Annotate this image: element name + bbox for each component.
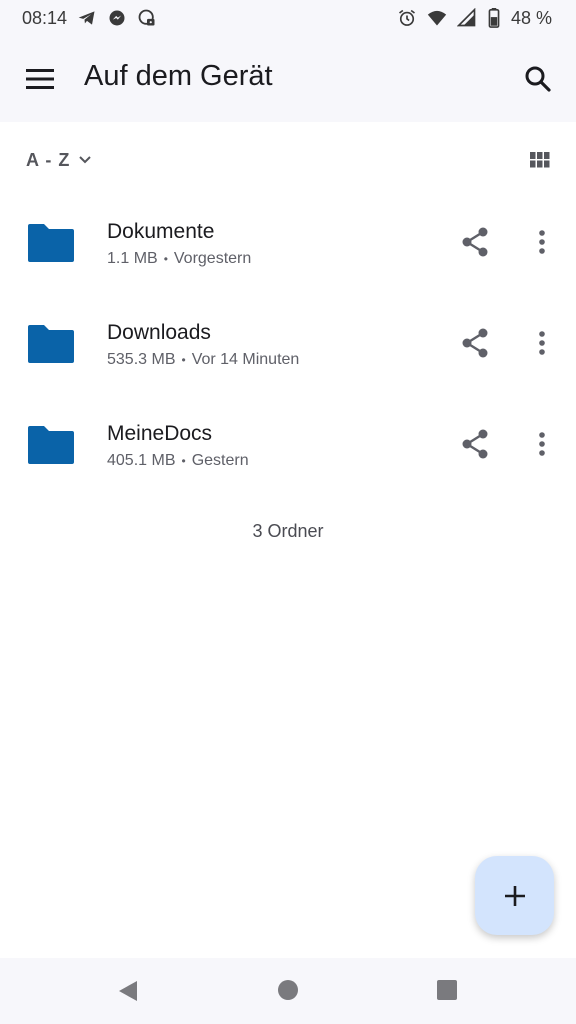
folder-size: 1.1 MB (107, 250, 158, 267)
share-icon (462, 227, 488, 257)
grid-view-icon (530, 152, 550, 168)
chevron-down-icon (79, 156, 92, 164)
page-title: Auf dem Gerät (84, 60, 273, 92)
meta-separator: • (181, 454, 186, 468)
battery-percent: 48 % (510, 7, 552, 28)
status-bar-left: 08:14 (22, 8, 157, 29)
share-button[interactable] (455, 424, 495, 464)
share-button[interactable] (455, 323, 495, 363)
sort-row: A - Z (0, 140, 576, 180)
grid-view-button[interactable] (528, 148, 552, 172)
folder-name: Downloads (107, 321, 211, 344)
folder-name: Dokumente (107, 220, 215, 243)
sort-dropdown[interactable]: A - Z (26, 146, 92, 174)
menu-icon (26, 69, 54, 89)
more-vert-icon (539, 230, 545, 254)
menu-button[interactable] (18, 57, 62, 101)
folder-meta: 535.3 MB • Vor 14 Minuten (107, 351, 299, 369)
folder-modified: Vor 14 Minuten (191, 351, 300, 368)
status-bar-right: 48 % (397, 8, 552, 29)
folder-meta: 405.1 MB • Gestern (107, 452, 249, 470)
folder-icon (28, 426, 74, 464)
app-bar: Auf dem Gerät (0, 36, 576, 122)
meta-separator: • (181, 353, 186, 367)
folder-modified: Gestern (191, 452, 249, 469)
more-options-button[interactable] (522, 222, 562, 262)
folder-icon (28, 325, 74, 363)
search-icon (525, 66, 551, 92)
folder-icon (28, 224, 74, 262)
add-button[interactable] (475, 856, 554, 935)
folder-row-meinedocs[interactable]: MeineDocs 405.1 MB • Gestern (0, 396, 576, 497)
share-button[interactable] (455, 222, 495, 262)
signal-icon (456, 8, 477, 28)
battery-icon (487, 8, 501, 28)
vpn-icon (137, 8, 157, 28)
more-options-button[interactable] (522, 424, 562, 464)
status-time: 08:14 (22, 7, 68, 28)
more-vert-icon (539, 432, 545, 456)
messenger-icon (107, 8, 127, 28)
folder-size: 405.1 MB (107, 452, 176, 469)
wifi-icon (427, 8, 447, 28)
more-vert-icon (539, 331, 545, 355)
share-icon (462, 429, 488, 459)
plus-icon (504, 885, 525, 906)
back-icon[interactable] (116, 979, 140, 1003)
navigation-bar (0, 958, 576, 1024)
status-bar: 08:14 48 % (0, 0, 576, 36)
folder-row-downloads[interactable]: Downloads 535.3 MB • Vor 14 Minuten (0, 295, 576, 396)
more-options-button[interactable] (522, 323, 562, 363)
meta-separator: • (163, 252, 168, 266)
file-list: Dokumente 1.1 MB • Vorgestern Downloads … (0, 194, 576, 497)
alarm-icon (397, 8, 417, 28)
folder-modified: Vorgestern (173, 250, 252, 267)
folder-size: 535.3 MB (107, 351, 176, 368)
search-button[interactable] (516, 57, 560, 101)
sort-label: A - Z (26, 149, 71, 170)
share-icon (462, 328, 488, 358)
folder-count: 3 Ordner (252, 521, 324, 541)
folder-row-dokumente[interactable]: Dokumente 1.1 MB • Vorgestern (0, 194, 576, 295)
recents-icon[interactable] (437, 980, 457, 1000)
telegram-icon (77, 8, 97, 28)
folder-meta: 1.1 MB • Vorgestern (107, 250, 251, 268)
home-icon[interactable] (277, 979, 299, 1001)
folder-name: MeineDocs (107, 422, 213, 445)
